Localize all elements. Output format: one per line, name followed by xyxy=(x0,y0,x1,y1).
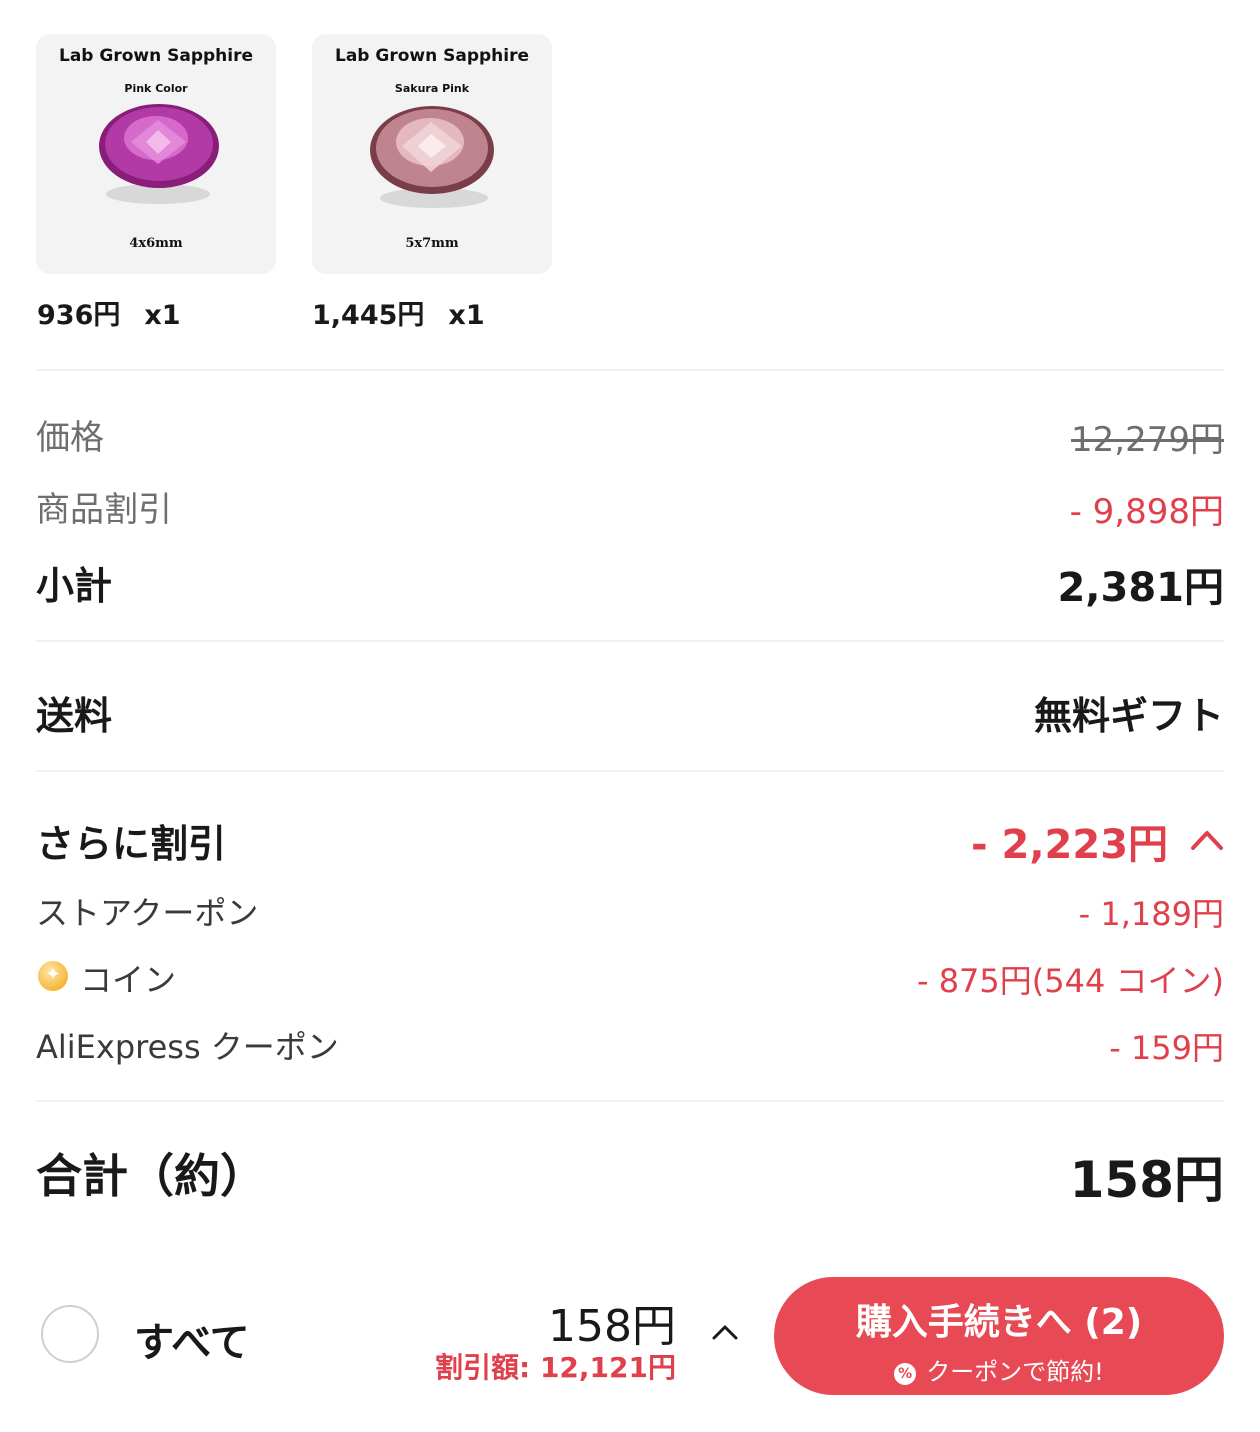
product-image-title: Lab Grown Sapphire xyxy=(58,46,254,66)
chevron-up-icon xyxy=(712,1325,738,1340)
product-discount-label: 商品割引 xyxy=(36,490,172,530)
footer-total-price: 158円 xyxy=(548,1301,676,1352)
chevron-up-icon xyxy=(1191,831,1223,850)
extra-discount-label: さらに割引 xyxy=(36,822,227,866)
product-price-qty: 1,445円 x1 xyxy=(312,293,485,332)
product-price: 936円 xyxy=(37,300,121,331)
store-coupon-label: ストアクーポン xyxy=(36,894,259,932)
product-quantity: x1 xyxy=(144,300,181,331)
product-image-size: 4x6mm xyxy=(129,236,183,251)
product-image-title: Lab Grown Sapphire xyxy=(334,46,530,66)
store-coupon-value: - 1,189円 xyxy=(1078,895,1224,933)
percent-icon: % xyxy=(894,1363,917,1385)
product-quantity: x1 xyxy=(448,300,485,331)
coin-label: コイン xyxy=(80,961,177,999)
product-discount-value: - 9,898円 xyxy=(1069,492,1224,532)
divider xyxy=(36,770,1224,772)
aliexpress-coupon-label: AliExpress クーポン xyxy=(36,1028,339,1066)
footer-discount-amount: 割引額: 12,121円 xyxy=(435,1351,676,1384)
shipping-value: 無料ギフト xyxy=(1033,694,1224,738)
price-details-toggle[interactable] xyxy=(710,1322,740,1346)
select-all-label: すべて xyxy=(134,1320,250,1366)
subtotal-label: 小計 xyxy=(36,564,113,608)
checkout-sub-label: クーポンで節約! xyxy=(926,1358,1104,1386)
product-image-card[interactable]: Lab Grown Sapphire Pink Color 4x6mm xyxy=(36,34,276,274)
product-price: 1,445円 xyxy=(312,300,425,331)
subtotal-value: 2,381円 xyxy=(1057,565,1224,611)
divider xyxy=(36,640,1224,642)
aliexpress-coupon-value: - 159円 xyxy=(1109,1029,1224,1067)
shipping-label: 送料 xyxy=(36,694,113,738)
extra-discount-toggle[interactable]: - 2,223円 xyxy=(971,812,1224,870)
price-value: 12,279円 xyxy=(1071,420,1224,460)
divider xyxy=(36,1100,1224,1102)
product-image-card[interactable]: Lab Grown Sapphire Sakura Pink 5x7mm xyxy=(312,34,552,274)
checkout-button[interactable]: 購入手続きへ (2) % クーポンで節約! xyxy=(774,1277,1224,1395)
extra-discount-value: - 2,223円 xyxy=(971,822,1169,868)
product-image-color: Pink Color xyxy=(124,82,188,95)
product-price-qty: 936円 x1 xyxy=(37,293,181,332)
total-label: 合計（約） xyxy=(36,1149,266,1203)
divider xyxy=(36,369,1224,371)
coin-value: - 875円(544 コイン) xyxy=(916,962,1224,1000)
product-image-size: 5x7mm xyxy=(405,236,459,251)
checkout-sub: % クーポンで節約! xyxy=(774,1352,1224,1387)
coin-icon: ✦ xyxy=(38,961,68,991)
select-all-checkbox[interactable] xyxy=(41,1305,99,1363)
product-image-color: Sakura Pink xyxy=(394,82,470,95)
total-value: 158円 xyxy=(1069,1151,1224,1209)
price-label: 価格 xyxy=(36,418,104,458)
checkout-label: 購入手続きへ (2) xyxy=(855,1302,1143,1343)
